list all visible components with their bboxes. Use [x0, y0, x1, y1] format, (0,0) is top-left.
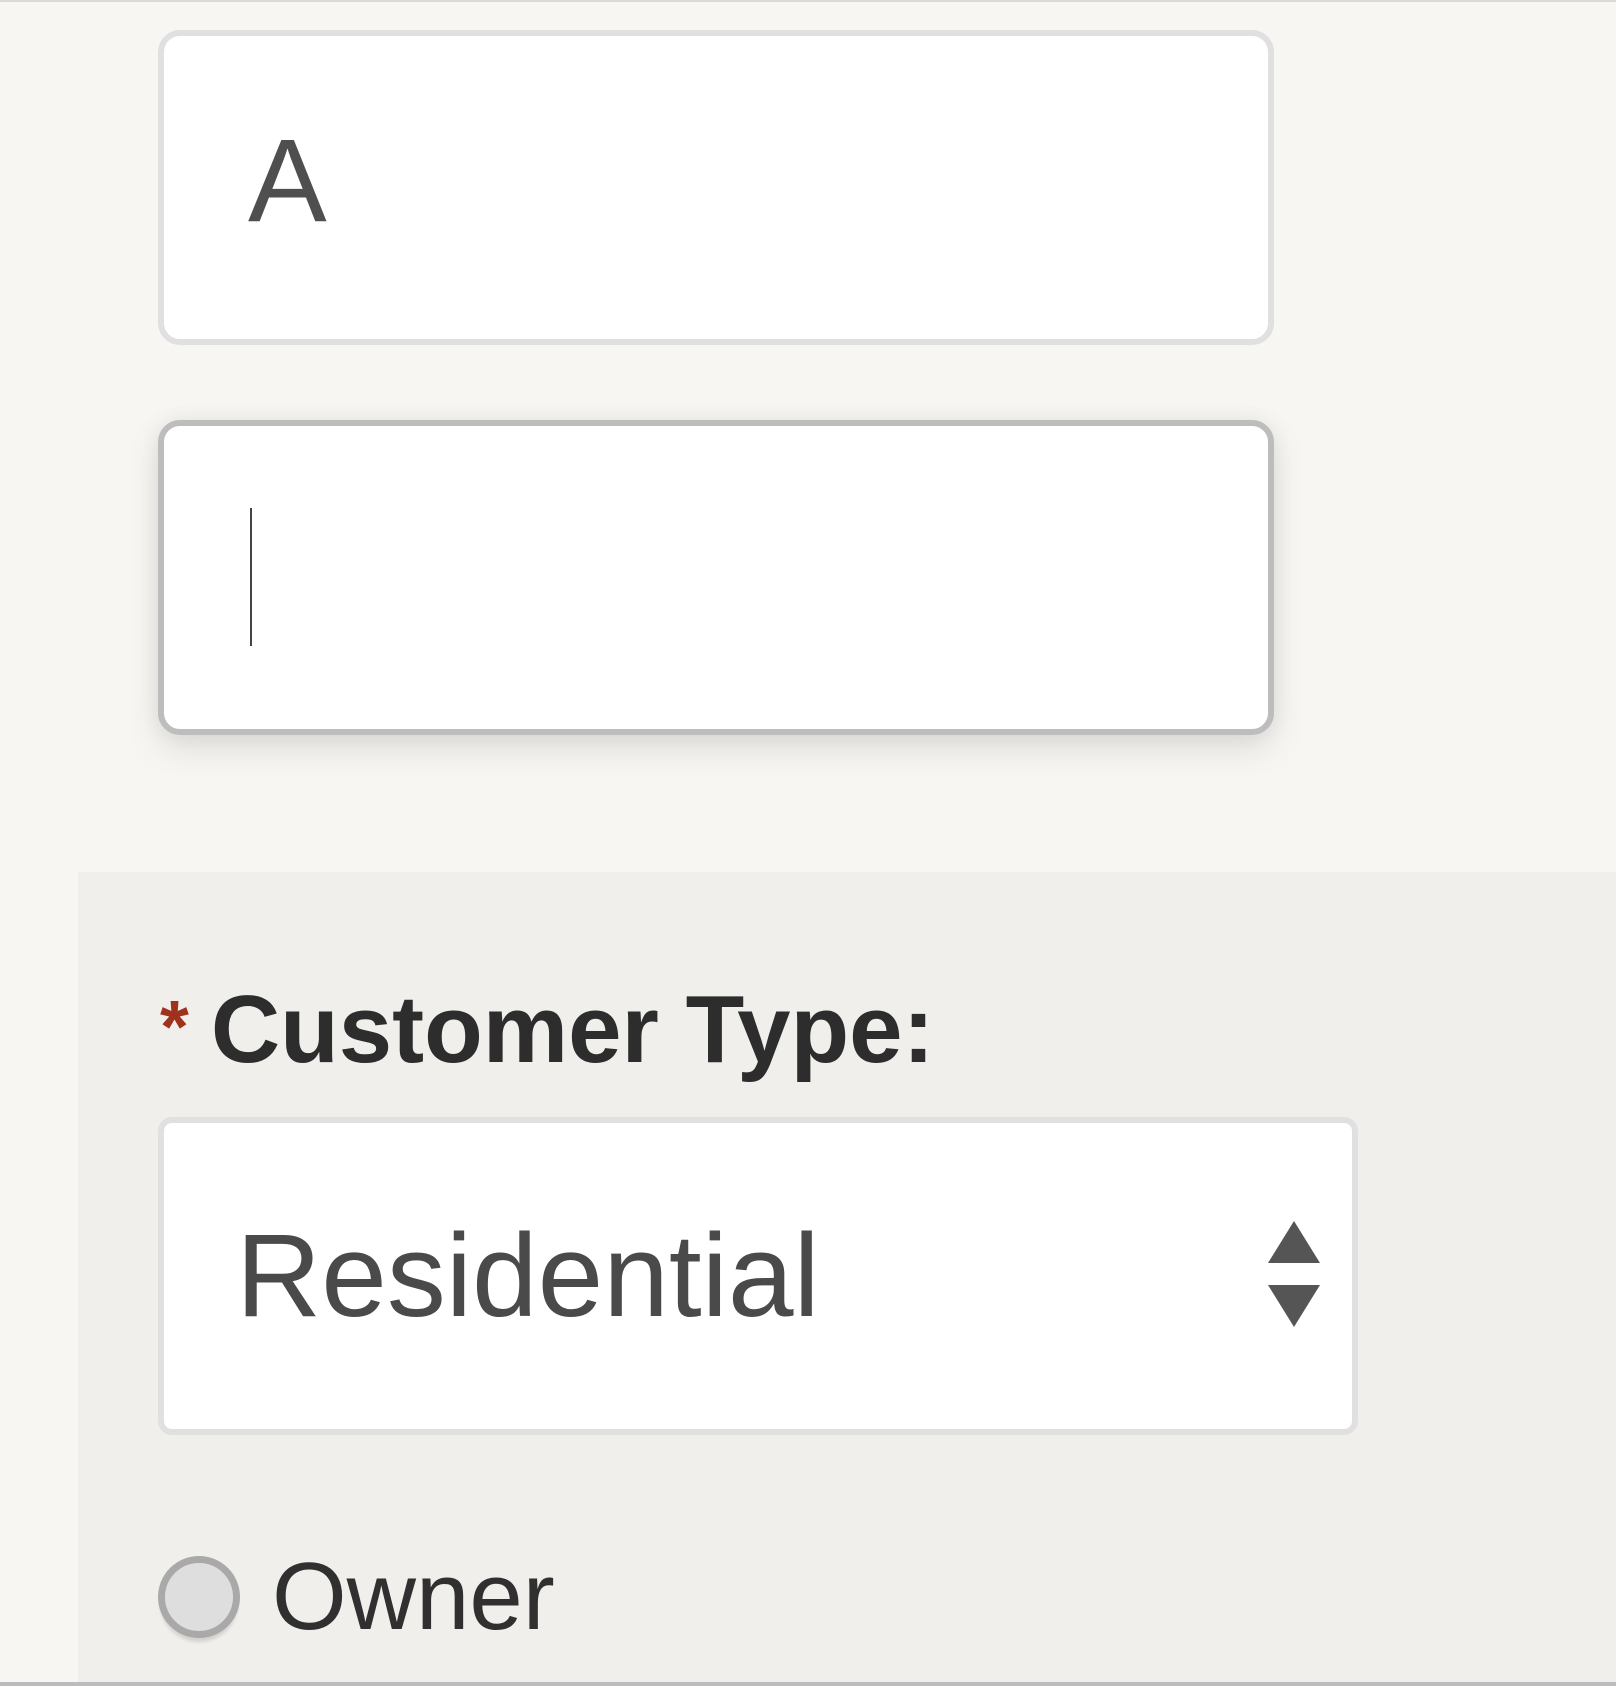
radio-option-owner[interactable]: Owner — [158, 1542, 555, 1652]
required-indicator: * — [160, 985, 189, 1068]
text-caret — [250, 508, 252, 646]
customer-type-label-row: * Customer Type: — [160, 982, 934, 1092]
customer-type-selected-value: Residential — [236, 1210, 820, 1342]
up-down-arrows-icon — [1268, 1221, 1320, 1327]
text-input-filled[interactable]: A — [158, 30, 1274, 345]
customer-type-section: * Customer Type: Residential Owner — [78, 872, 1616, 1682]
bottom-divider — [0, 1682, 1616, 1686]
text-input-focused[interactable] — [158, 420, 1274, 735]
text-input-value: A — [248, 115, 327, 247]
owner-radio-label: Owner — [272, 1543, 555, 1650]
owner-radio-button[interactable] — [158, 1556, 240, 1638]
customer-type-label: Customer Type: — [210, 976, 935, 1083]
top-divider — [0, 0, 1616, 2]
customer-type-select[interactable]: Residential — [158, 1117, 1358, 1435]
